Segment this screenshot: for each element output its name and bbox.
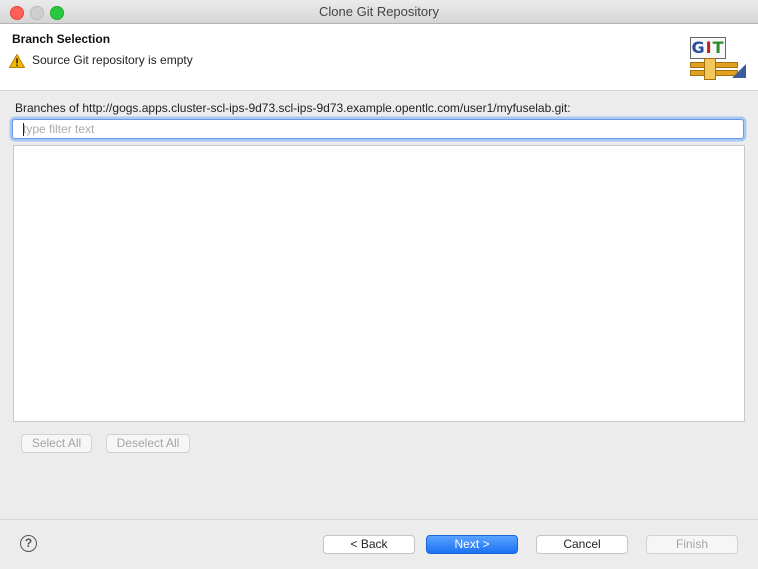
git-logo-icon: GIT xyxy=(688,34,748,88)
help-icon[interactable]: ? xyxy=(20,535,37,552)
page-title: Branch Selection xyxy=(12,32,111,46)
wizard-header: Branch Selection Source Git repository i… xyxy=(0,24,758,91)
minimize-window-button[interactable] xyxy=(30,6,44,20)
window-title: Clone Git Repository xyxy=(319,4,439,19)
git-logo-text: GIT xyxy=(690,37,726,59)
next-button[interactable]: Next > xyxy=(426,535,518,554)
maximize-window-button[interactable] xyxy=(50,6,64,20)
warning-icon xyxy=(9,54,25,68)
clone-git-repository-dialog: Clone Git Repository Branch Selection So… xyxy=(0,0,758,569)
status-message: Source Git repository is empty xyxy=(32,53,193,67)
title-bar[interactable]: Clone Git Repository xyxy=(0,0,758,24)
finish-button[interactable]: Finish xyxy=(646,535,738,554)
close-window-button[interactable] xyxy=(10,6,24,20)
select-all-button[interactable]: Select All xyxy=(21,434,92,453)
text-cursor xyxy=(23,123,24,136)
footer-divider xyxy=(0,519,758,520)
cancel-button[interactable]: Cancel xyxy=(536,535,628,554)
branch-filter-input[interactable] xyxy=(12,119,744,139)
deselect-all-button[interactable]: Deselect All xyxy=(106,434,190,453)
back-button[interactable]: < Back xyxy=(323,535,415,554)
branch-list[interactable] xyxy=(13,145,745,422)
branches-label: Branches of http://gogs.apps.cluster-scl… xyxy=(15,101,571,115)
